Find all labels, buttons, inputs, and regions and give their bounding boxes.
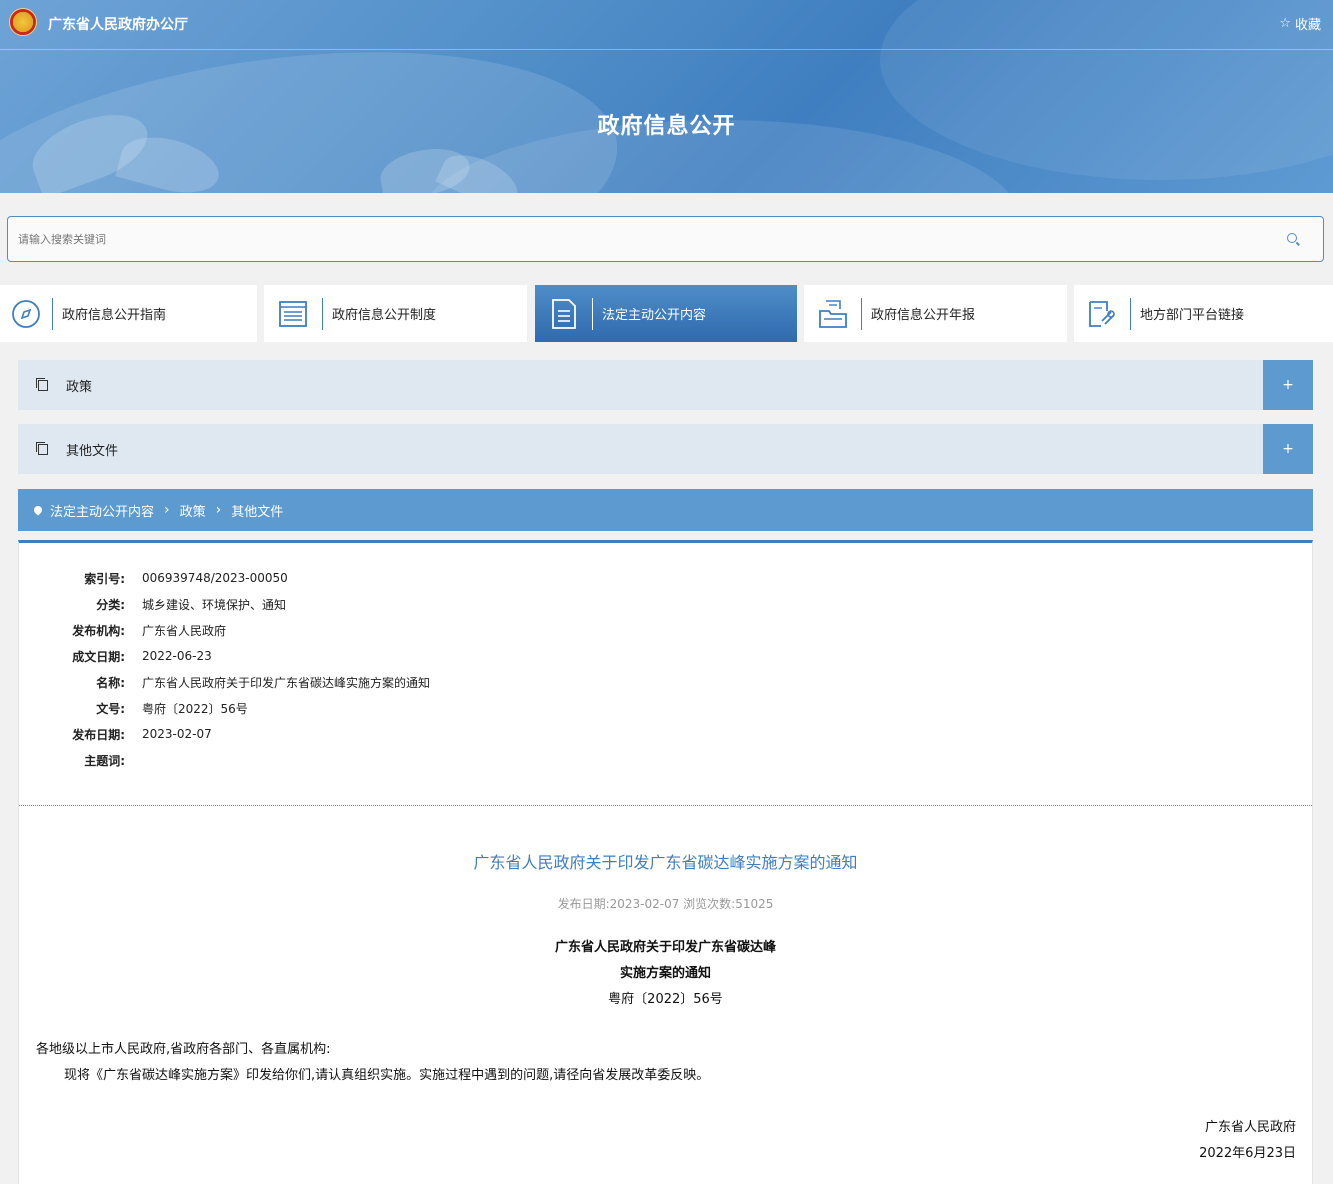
- national-emblem-icon: [9, 8, 37, 36]
- meta-key: 发布机构:: [72, 623, 125, 638]
- meta-row: 发布机构: 广东省人民政府: [19, 617, 1314, 643]
- meta-row: 成文日期: 2022-06-23: [19, 643, 1314, 669]
- accordion-label: 政策: [66, 379, 93, 395]
- document-body: 各地级以上市人民政府,省政府各部门、各直属机构: 现将《广东省碳达峰实施方案》印…: [36, 1037, 1296, 1089]
- content-panel: 索引号: 006939748/2023-00050 分类: 城乡建设、环境保护、通知…: [18, 540, 1313, 1184]
- meta-key: 主题词:: [84, 753, 125, 768]
- top-bar: 广东省人民政府办公厅 ☆ 收藏: [0, 0, 1333, 50]
- meta-value: 2023-02-07: [142, 727, 212, 741]
- document-heading: 广东省人民政府关于印发广东省碳达峰 实施方案的通知 粤府〔2022〕56号: [19, 935, 1312, 1013]
- meta-key: 名称:: [96, 675, 125, 690]
- meta-row: 分类: 城乡建设、环境保护、通知: [19, 591, 1314, 617]
- folder-doc-icon: [804, 285, 861, 342]
- star-icon: ☆: [1279, 16, 1291, 31]
- nav-separator: [1130, 297, 1131, 330]
- meta-key: 发布日期:: [72, 727, 125, 742]
- nav-separator: [592, 297, 593, 330]
- expand-button[interactable]: +: [1263, 360, 1313, 410]
- copy-doc-icon: [36, 377, 48, 391]
- search-input[interactable]: [8, 217, 1323, 261]
- meta-value: 城乡建设、环境保护、通知: [142, 597, 287, 612]
- meta-row: 索引号: 006939748/2023-00050: [19, 565, 1314, 591]
- favorite-label: 收藏: [1294, 18, 1321, 33]
- signature-block: 广东省人民政府 2022年6月23日: [1199, 1115, 1296, 1167]
- nav-separator: [861, 297, 862, 330]
- nav-card-platform-links[interactable]: 地方部门平台链接: [1074, 285, 1333, 342]
- favorite-button[interactable]: ☆ 收藏: [1279, 14, 1321, 33]
- list-doc-icon: [264, 285, 322, 342]
- salutation: 各地级以上市人民政府,省政府各部门、各直属机构:: [36, 1042, 331, 1057]
- accordion-other-files[interactable]: 其他文件 +: [18, 424, 1313, 474]
- nav-card-label: 政府信息公开指南: [62, 308, 167, 323]
- compass-icon: [0, 285, 52, 342]
- nav-cards: 政府信息公开指南 政府信息公开制度 法定主动公开内容 政府信息公开年报 地方部门…: [0, 285, 1333, 342]
- sign-date: 2022年6月23日: [1199, 1146, 1296, 1161]
- search-icon[interactable]: [1287, 233, 1297, 243]
- metadata-table: 索引号: 006939748/2023-00050 分类: 城乡建设、环境保护、通知…: [19, 565, 1314, 773]
- doc-head-line: 广东省人民政府关于印发广东省碳达峰: [554, 940, 776, 955]
- meta-row: 发布日期: 2023-02-07: [19, 721, 1314, 747]
- dotted-divider: [19, 805, 1312, 806]
- nav-card-annual-report[interactable]: 政府信息公开年报: [804, 285, 1067, 342]
- chevron-right-icon: ›: [164, 502, 170, 518]
- copy-doc-icon: [36, 441, 48, 455]
- location-pin-icon: [32, 504, 44, 516]
- breadcrumb-item[interactable]: 其他文件: [231, 501, 283, 520]
- meta-value: 2022-06-23: [142, 649, 212, 663]
- meta-row: 文号: 粤府〔2022〕56号: [19, 695, 1314, 721]
- breadcrumb: 法定主动公开内容 › 政策 › 其他文件: [18, 489, 1313, 531]
- breadcrumb-item[interactable]: 法定主动公开内容: [50, 501, 154, 520]
- meta-row: 主题词:: [19, 747, 1314, 773]
- meta-key: 分类:: [96, 597, 125, 612]
- meta-value: 006939748/2023-00050: [142, 571, 288, 585]
- nav-card-label: 政府信息公开制度: [332, 308, 437, 323]
- accordion-label: 其他文件: [66, 443, 119, 459]
- meta-key: 成文日期:: [72, 649, 125, 664]
- link-doc-icon: [1074, 285, 1130, 342]
- meta-value: 广东省人民政府关于印发广东省碳达峰实施方案的通知: [142, 675, 431, 690]
- meta-key: 索引号:: [84, 571, 125, 586]
- paragraph: 现将《广东省碳达峰实施方案》印发给你们,请认真组织实施。实施过程中遇到的问题,请…: [64, 1068, 710, 1083]
- breadcrumb-item[interactable]: 政策: [180, 501, 206, 520]
- article-title: 广东省人民政府关于印发广东省碳达峰实施方案的通知: [473, 853, 858, 872]
- meta-value: 广东省人民政府: [142, 623, 227, 638]
- nav-card-guide[interactable]: 政府信息公开指南: [0, 285, 257, 342]
- document-icon: [535, 285, 592, 342]
- expand-button[interactable]: +: [1263, 424, 1313, 474]
- page-title: 政府信息公开: [597, 114, 736, 139]
- site-name[interactable]: 广东省人民政府办公厅: [48, 14, 188, 34]
- doc-head-line: 实施方案的通知: [619, 966, 711, 981]
- nav-card-label: 法定主动公开内容: [602, 308, 707, 323]
- chevron-right-icon: ›: [215, 502, 222, 518]
- nav-card-statutory-content[interactable]: 法定主动公开内容: [535, 285, 797, 342]
- signer: 广东省人民政府: [1204, 1120, 1296, 1135]
- nav-card-label: 地方部门平台链接: [1140, 308, 1245, 323]
- nav-separator: [322, 297, 323, 330]
- header-banner: 广东省人民政府办公厅 ☆ 收藏 政府信息公开: [0, 0, 1333, 193]
- search-box: [7, 216, 1324, 262]
- meta-key: 文号:: [96, 701, 125, 716]
- nav-separator: [52, 297, 53, 330]
- nav-card-system[interactable]: 政府信息公开制度: [264, 285, 527, 342]
- nav-card-label: 政府信息公开年报: [871, 308, 976, 323]
- doc-number: 粤府〔2022〕56号: [608, 992, 723, 1007]
- article-subline: 发布日期:2023-02-07 浏览次数:51025: [557, 897, 774, 911]
- meta-row: 名称: 广东省人民政府关于印发广东省碳达峰实施方案的通知: [19, 669, 1314, 695]
- meta-value: 粤府〔2022〕56号: [142, 701, 248, 716]
- accordion-policy[interactable]: 政策 +: [18, 360, 1313, 410]
